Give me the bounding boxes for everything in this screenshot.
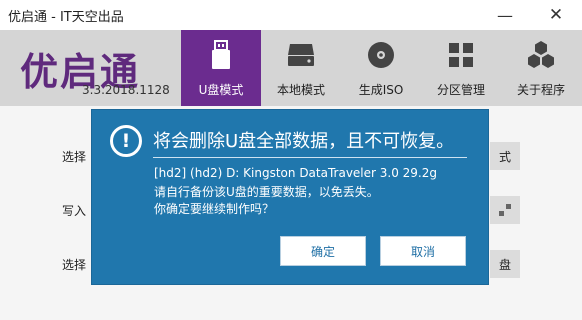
tab-label: 关于程序 (516, 83, 565, 97)
dialog-divider (153, 157, 467, 158)
device-info-text: [hd2] (hd2) D: Kingston DataTraveler 3.0… (154, 166, 438, 180)
expand-button[interactable] (490, 196, 520, 224)
tab-usb-mode[interactable]: U盘模式 (181, 30, 261, 106)
tab-about[interactable]: 关于程序 (501, 30, 581, 106)
tab-label: 生成ISO (358, 83, 404, 97)
write-mode-label: 写入 (62, 204, 87, 218)
tab-label: U盘模式 (198, 83, 244, 97)
minimize-button[interactable]: — (485, 0, 525, 30)
tab-label: 本地模式 (276, 83, 325, 97)
dialog-title: 将会删除U盘全部数据，且不可恢复。 (153, 131, 455, 152)
confirm-question-text: 你确定要继续制作吗？ (154, 202, 275, 216)
cancel-button[interactable]: 取消 (380, 236, 466, 266)
disk-button[interactable]: 盘 (490, 250, 520, 278)
tab-generate-iso[interactable]: 生成ISO (341, 30, 421, 106)
select-disk-label: 选择 (62, 150, 87, 164)
tab-local-mode[interactable]: 本地模式 (261, 30, 341, 106)
backup-warning-text: 请自行备份该U盘的重要数据，以免丢失。 (154, 185, 379, 199)
close-button[interactable]: ✕ (536, 0, 576, 30)
hard-drive-icon (261, 40, 341, 70)
expand-icon (499, 204, 511, 216)
tab-label: 分区管理 (436, 83, 485, 97)
confirm-dialog: ! 将会删除U盘全部数据，且不可恢复。 [hd2] (hd2) D: Kings… (91, 109, 489, 285)
mode-button[interactable]: 式 (490, 142, 520, 170)
usb-drive-icon (181, 40, 261, 70)
grid-icon (421, 40, 501, 70)
disc-icon (341, 40, 421, 70)
version-label: 3.3.2018.1128 (82, 83, 170, 97)
cubes-icon (501, 40, 581, 70)
tab-partition-manager[interactable]: 分区管理 (421, 30, 501, 106)
ok-button[interactable]: 确定 (280, 236, 366, 266)
window-title: 优启通 - IT天空出品 (8, 9, 124, 25)
select-file-label: 选择 (62, 258, 87, 272)
warning-icon: ! (110, 125, 142, 157)
